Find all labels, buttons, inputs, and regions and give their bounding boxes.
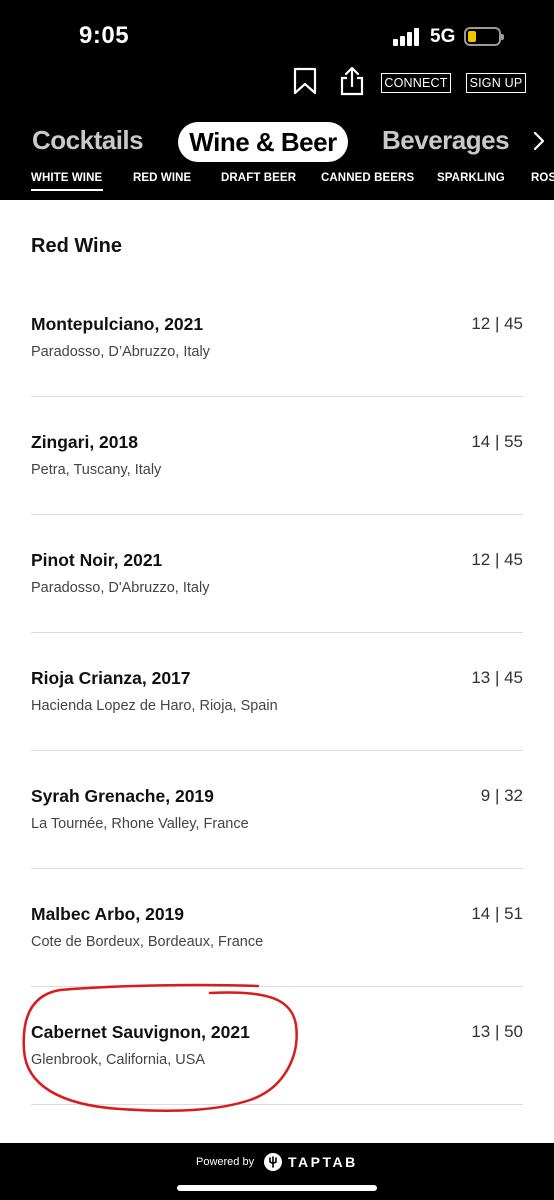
item-origin: Glenbrook, California, USA [31, 1052, 206, 1068]
item-price: 13 | 50 [471, 1022, 523, 1041]
divider [31, 396, 523, 397]
battery-icon [464, 27, 504, 46]
taptab-logo-icon [264, 1153, 282, 1171]
item-name: Zingari, 2018 [31, 432, 138, 452]
tab-wine-and-beer[interactable]: Wine & Beer [178, 122, 348, 162]
divider [31, 632, 523, 633]
item-name: Pinot Noir, 2021 [31, 550, 163, 570]
footer-bar: Powered by TAPTAB [0, 1143, 554, 1200]
divider [31, 1104, 523, 1105]
taptab-brand[interactable]: TAPTAB [288, 1154, 358, 1170]
divider [31, 986, 523, 987]
subtab-draft-beer[interactable]: DRAFT BEER [221, 172, 296, 184]
sign-up-button[interactable]: SIGN UP [466, 73, 526, 93]
share-icon[interactable] [336, 65, 368, 97]
connect-button[interactable]: CONNECT [381, 73, 451, 93]
powered-by-label: Powered by [196, 1156, 255, 1168]
item-name: Montepulciano, 2021 [31, 314, 204, 334]
bookmark-icon[interactable] [289, 65, 321, 97]
divider [31, 514, 523, 515]
subtab-rose[interactable]: ROS [531, 172, 554, 184]
subtab-red-wine[interactable]: RED WINE [133, 172, 191, 184]
tab-cocktails[interactable]: Cocktails [32, 125, 144, 156]
item-origin: Petra, Tuscany, Italy [31, 462, 162, 478]
subtab-sparkling[interactable]: SPARKLING [437, 172, 505, 184]
divider [31, 750, 523, 751]
item-name: Malbec Arbo, 2019 [31, 904, 185, 924]
chevron-right-icon[interactable] [531, 131, 547, 151]
item-name: Rioja Crianza, 2017 [31, 668, 191, 688]
item-name: Cabernet Sauvignon, 2021 [31, 1022, 250, 1042]
subtab-white-wine[interactable]: WHITE WINE [31, 172, 102, 184]
divider [31, 868, 523, 869]
status-time: 9:05 [79, 22, 130, 49]
item-price: 12 | 45 [471, 314, 523, 333]
item-origin: Paradosso, D'Abruzzo, Italy [31, 580, 210, 596]
item-price: 12 | 45 [471, 550, 523, 569]
item-origin: Paradosso, D’Abruzzo, Italy [31, 344, 210, 360]
active-subtab-indicator [31, 189, 103, 191]
network-label: 5G [430, 26, 456, 47]
item-price: 13 | 45 [471, 668, 523, 687]
item-price: 14 | 55 [471, 432, 523, 451]
item-price: 9 | 32 [480, 786, 523, 805]
section-title: Red Wine [31, 235, 122, 257]
signal-icon [393, 28, 423, 46]
item-origin: Cote de Bordeux, Bordeaux, France [31, 934, 264, 950]
item-origin: La Tournée, Rhone Valley, France [31, 816, 249, 832]
home-indicator [177, 1185, 377, 1191]
item-origin: Hacienda Lopez de Haro, Rioja, Spain [31, 698, 278, 714]
tab-beverages[interactable]: Beverages [382, 125, 510, 156]
subtab-canned-beers[interactable]: CANNED BEERS [321, 172, 414, 184]
app-header: 9:05 5G CONNECT SIGN UP Cocktails Wine &… [0, 0, 554, 200]
item-price: 14 | 51 [471, 904, 523, 923]
item-name: Syrah Grenache, 2019 [31, 786, 214, 806]
